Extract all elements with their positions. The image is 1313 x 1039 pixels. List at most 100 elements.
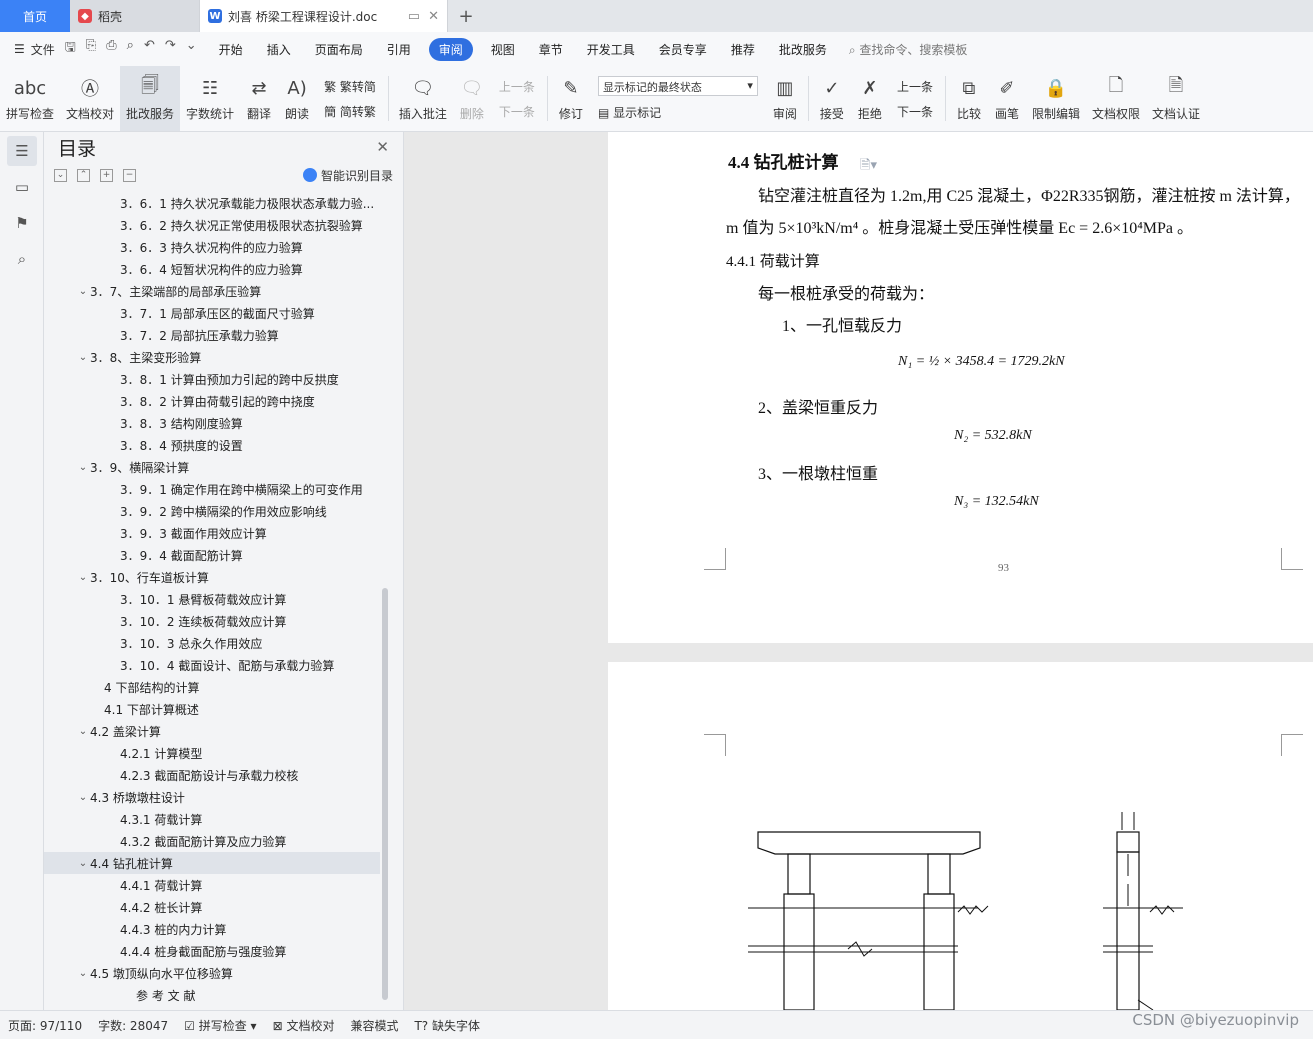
toc-item[interactable]: 3．6．2 持久状况正常使用极限状态抗裂验算 — [44, 214, 380, 236]
toc-item[interactable]: 3．10．3 总永久作用效应 — [44, 632, 380, 654]
toc-item[interactable]: 4 下部结构的计算 — [44, 676, 380, 698]
doc-certify-button[interactable]: 🗎 文档认证 — [1146, 66, 1206, 131]
tab-draft[interactable]: ◆ 稻壳 — [70, 0, 200, 32]
prev-change-button[interactable]: 上一条 — [897, 78, 933, 95]
export-icon[interactable]: ⎘ — [86, 38, 96, 60]
chevron-down-icon[interactable]: ⌄ — [76, 792, 90, 803]
toc-item[interactable]: ⌄ 4.4 钻孔桩计算 — [44, 852, 380, 874]
toc-item[interactable]: 参 考 文 献 — [44, 984, 380, 1006]
page[interactable] — [608, 662, 1313, 1010]
print-icon[interactable]: ⎙ — [106, 38, 116, 60]
next-comment-button[interactable]: 下一条 — [499, 103, 535, 120]
toc-item[interactable]: ⌄ 4.5 墩顶纵向水平位移验算 — [44, 962, 380, 984]
reject-button[interactable]: ✗ 拒绝 — [851, 66, 889, 131]
compat-mode[interactable]: 兼容模式 — [342, 1017, 406, 1034]
menu-chapter[interactable]: 章节 — [527, 41, 575, 58]
save-icon[interactable]: 🖫 — [65, 38, 76, 60]
chevron-down-icon[interactable]: ⌄ — [76, 572, 90, 583]
toc-item[interactable]: ⌄ 4.2 盖梁计算 — [44, 720, 380, 742]
prev-comment-button[interactable]: 上一条 — [499, 78, 535, 95]
toc-item[interactable]: ⌄ 3．7、主梁端部的局部承压验算 — [44, 280, 380, 302]
markup-state-select[interactable]: 显示标记的最终状态 ▾ — [597, 76, 758, 96]
command-search[interactable]: ⌕ 查找命令、搜索模板 — [849, 41, 968, 58]
toc-item[interactable]: ⌄ 3．10、行车道板计算 — [44, 566, 380, 588]
smart-toc-button[interactable]: 智能识别目录 — [302, 167, 393, 184]
chevron-down-icon[interactable]: ⌄ — [76, 462, 90, 473]
toc-item[interactable]: 3．7．1 局部承压区的截面尺寸验算 — [44, 302, 380, 324]
menu-devtools[interactable]: 开发工具 — [575, 41, 647, 58]
track-changes-button[interactable]: ✎ 修订 — [552, 66, 590, 131]
pen-button[interactable]: ✐ 画笔 — [988, 66, 1026, 131]
page[interactable]: 🗎▾ 4.4 钻孔桩计算 钻空灌注桩直径为 1.2m,用 C25 混凝土，Φ22… — [608, 132, 1313, 643]
toc-item[interactable]: 3．9．2 跨中横隔梁的作用效应影响线 — [44, 500, 380, 522]
preview-icon[interactable]: ⌕ — [127, 38, 134, 60]
spellcheck-toggle[interactable]: ☑ 拼写检查 ▾ — [176, 1017, 264, 1034]
chevron-down-icon[interactable]: ⌄ — [76, 968, 90, 979]
add-heading-icon[interactable]: + — [100, 168, 113, 182]
menu-view[interactable]: 视图 — [479, 41, 527, 58]
toc-item[interactable]: 4.4.2 桩长计算 — [44, 896, 380, 918]
document-canvas[interactable]: 🗎▾ 4.4 钻孔桩计算 钻空灌注桩直径为 1.2m,用 C25 混凝土，Φ22… — [404, 132, 1313, 1010]
toc-item[interactable]: 3．9．1 确定作用在跨中横隔梁上的可变作用 — [44, 478, 380, 500]
collapse-all-icon[interactable]: ⌄ — [54, 168, 67, 182]
toc-item[interactable]: 3．6．3 持久状况构件的应力验算 — [44, 236, 380, 258]
close-icon[interactable]: ✕ — [376, 138, 389, 156]
menu-review-service[interactable]: 批改服务 — [767, 41, 839, 58]
toc-item[interactable]: 3．10．1 悬臂板荷载效应计算 — [44, 588, 380, 610]
toc-item[interactable]: 3．8．3 结构刚度验算 — [44, 412, 380, 434]
missing-font-button[interactable]: T? 缺失字体 — [406, 1017, 488, 1034]
undo-icon[interactable]: ↶ — [144, 38, 155, 60]
toc-item[interactable]: 3．6．1 持久状况承载能力极限状态承载力验... — [44, 192, 380, 214]
toc-scrollbar[interactable] — [380, 192, 390, 1006]
translate-button[interactable]: ⇄ 翻译 — [240, 66, 278, 131]
close-tab-icon[interactable]: ✕ — [428, 9, 439, 24]
chapter-icon[interactable]: ▭ — [7, 172, 37, 202]
next-change-button[interactable]: 下一条 — [897, 103, 933, 120]
toc-item[interactable]: 3．10．2 连续板荷载效应计算 — [44, 610, 380, 632]
toc-item[interactable]: 4.2.1 计算模型 — [44, 742, 380, 764]
chevron-down-icon[interactable]: ⌄ — [76, 858, 90, 869]
review-pane-button[interactable]: ▥ 审阅 — [766, 66, 804, 131]
delete-comment-button[interactable]: 🗨 删除 — [453, 66, 491, 131]
menu-member[interactable]: 会员专享 — [647, 41, 719, 58]
page-indicator[interactable]: 页面: 97/110 — [0, 1017, 90, 1034]
doc-rights-button[interactable]: 🗋 文档权限 — [1086, 66, 1146, 131]
chevron-down-icon[interactable]: ⌄ — [76, 352, 90, 363]
menu-recommend[interactable]: 推荐 — [719, 41, 767, 58]
menu-review[interactable]: 审阅 — [428, 37, 473, 61]
float-window-icon[interactable]: ▭ — [408, 9, 420, 24]
chevron-down-icon[interactable]: ⌄ — [76, 286, 90, 297]
restrict-edit-button[interactable]: 🔒 限制编辑 — [1026, 66, 1086, 131]
trad-to-simp-button[interactable]: 繁 繁转简 — [324, 78, 376, 95]
simp-to-trad-button[interactable]: 簡 简转繁 — [324, 103, 376, 120]
toc-item[interactable]: ⌄ 4.3 桥墩墩柱设计 — [44, 786, 380, 808]
tab-home[interactable]: 首页 — [0, 0, 70, 32]
toc-item[interactable]: ⌄ 3．8、主梁变形验算 — [44, 346, 380, 368]
menu-layout[interactable]: 页面布局 — [303, 41, 375, 58]
toc-item[interactable]: 4.4.3 桩的内力计算 — [44, 918, 380, 940]
word-count[interactable]: 字数: 28047 — [90, 1017, 176, 1034]
compare-button[interactable]: ⧉ 比较 — [950, 66, 988, 131]
doc-outline-icon[interactable]: 🗎▾ — [860, 156, 877, 178]
spellcheck-button[interactable]: abc 拼写检查 — [0, 66, 60, 131]
accept-button[interactable]: ✓ 接受 — [813, 66, 851, 131]
toc-item[interactable]: 3．9．4 截面配筋计算 — [44, 544, 380, 566]
toc-item[interactable]: 4.1 下部计算概述 — [44, 698, 380, 720]
menu-start[interactable]: 开始 — [207, 41, 255, 58]
redo-icon[interactable]: ↷ — [165, 38, 176, 60]
toc-item[interactable]: 3．8．1 计算由预加力引起的跨中反拱度 — [44, 368, 380, 390]
scrollbar-thumb[interactable] — [382, 588, 388, 1000]
menu-references[interactable]: 引用 — [375, 41, 423, 58]
read-aloud-button[interactable]: A) 朗读 — [278, 66, 316, 131]
toc-item[interactable]: 4.3.1 荷载计算 — [44, 808, 380, 830]
chevron-down-icon[interactable]: ⌄ — [76, 726, 90, 737]
proofread-button[interactable]: Ⓐ 文档校对 — [60, 66, 120, 131]
toc-item[interactable]: 4.2.3 截面配筋设计与承载力校核 — [44, 764, 380, 786]
toc-item[interactable]: 3．8．4 预拱度的设置 — [44, 434, 380, 456]
bookmark-icon[interactable]: ⚑ — [7, 208, 37, 238]
toc-icon[interactable]: ☰ — [7, 136, 37, 166]
expand-up-icon[interactable]: ⌃ — [77, 168, 90, 182]
toc-item[interactable]: 3．6．4 短暂状况构件的应力验算 — [44, 258, 380, 280]
toc-item[interactable]: 4.3.2 截面配筋计算及应力验算 — [44, 830, 380, 852]
file-menu[interactable]: ☰ 文件 — [0, 41, 55, 58]
